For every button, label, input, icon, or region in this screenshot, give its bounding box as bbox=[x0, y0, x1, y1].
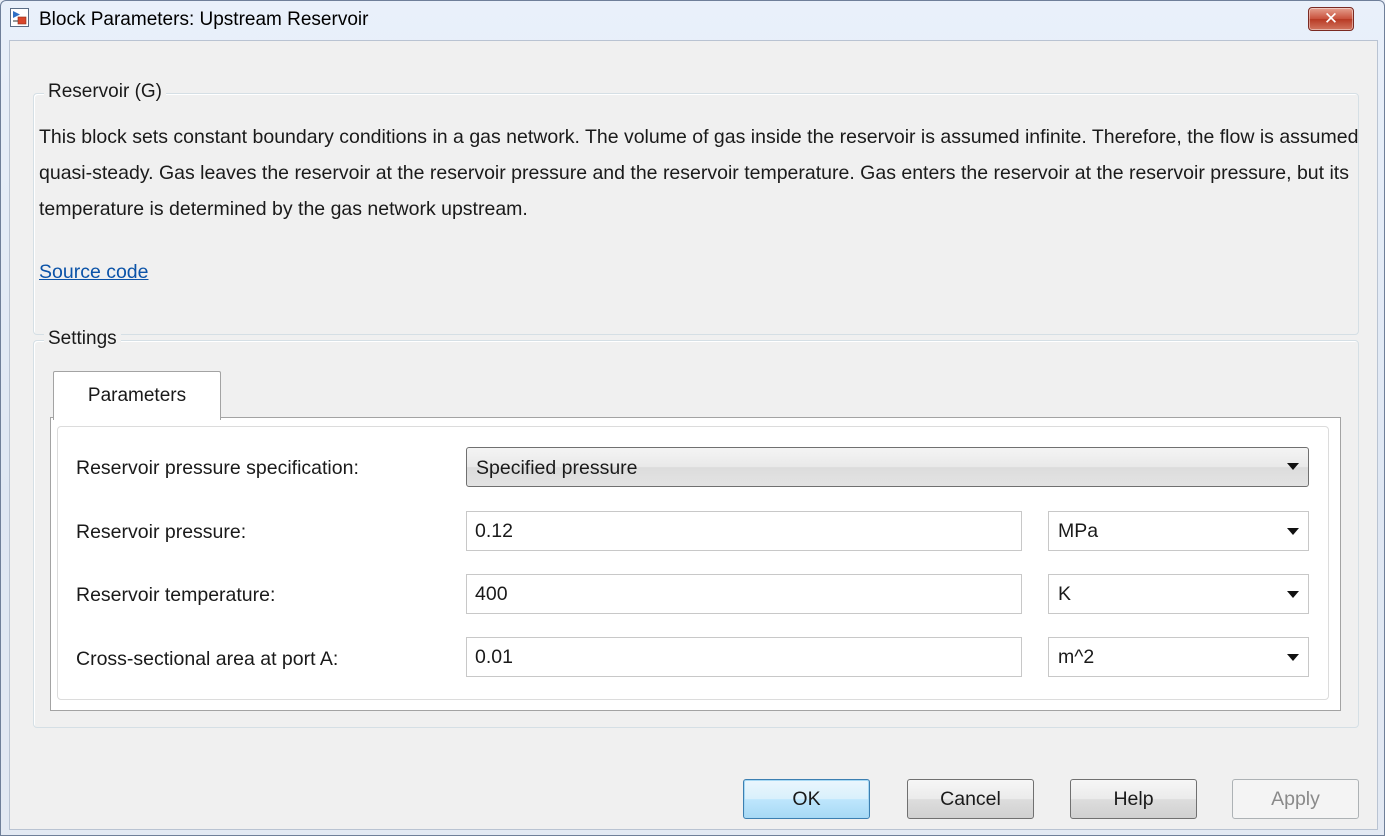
reservoir-pressure-input[interactable]: 0.12 bbox=[466, 511, 1022, 551]
reservoir-temperature-unit-dropdown[interactable]: K bbox=[1048, 574, 1309, 614]
cross-sectional-area-unit-dropdown[interactable]: m^2 bbox=[1048, 637, 1309, 677]
close-icon: ✕ bbox=[1323, 9, 1339, 28]
ok-button[interactable]: OK bbox=[743, 779, 870, 819]
tab-parameters[interactable]: Parameters bbox=[53, 371, 221, 420]
chevron-down-icon bbox=[1287, 528, 1299, 535]
reservoir-pressure-unit: MPa bbox=[1058, 519, 1099, 542]
cross-sectional-area-value: 0.01 bbox=[475, 645, 513, 668]
pressure-spec-value: Specified pressure bbox=[476, 457, 638, 479]
title-bar[interactable]: Block Parameters: Upstream Reservoir ✕ bbox=[1, 1, 1384, 35]
cross-sectional-area-input[interactable]: 0.01 bbox=[466, 637, 1022, 677]
reservoir-temperature-unit: K bbox=[1058, 582, 1072, 605]
apply-button-label: Apply bbox=[1271, 787, 1320, 810]
block-description: This block sets constant boundary condit… bbox=[39, 126, 1359, 220]
help-button[interactable]: Help bbox=[1070, 779, 1197, 819]
description-group-legend: Reservoir (G) bbox=[44, 81, 167, 103]
ok-button-label: OK bbox=[792, 787, 821, 810]
dialog-window: Block Parameters: Upstream Reservoir ✕ R… bbox=[0, 0, 1385, 836]
chevron-down-icon bbox=[1287, 591, 1299, 598]
apply-button[interactable]: Apply bbox=[1232, 779, 1359, 819]
cancel-button[interactable]: Cancel bbox=[907, 779, 1034, 819]
close-button[interactable]: ✕ bbox=[1308, 7, 1354, 31]
settings-group-legend: Settings bbox=[44, 328, 121, 350]
cross-sectional-area-unit: m^2 bbox=[1058, 645, 1095, 668]
reservoir-pressure-label: Reservoir pressure: bbox=[76, 521, 247, 543]
tab-parameters-label: Parameters bbox=[87, 385, 187, 406]
reservoir-temperature-label: Reservoir temperature: bbox=[76, 584, 276, 606]
reservoir-temperature-input[interactable]: 400 bbox=[466, 574, 1022, 614]
chevron-down-icon bbox=[1287, 463, 1299, 470]
pressure-spec-label: Reservoir pressure specification: bbox=[76, 457, 359, 479]
window-title: Block Parameters: Upstream Reservoir bbox=[39, 9, 369, 30]
help-button-label: Help bbox=[1113, 787, 1154, 810]
reservoir-temperature-value: 400 bbox=[475, 582, 508, 605]
chevron-down-icon bbox=[1287, 654, 1299, 661]
source-code-link[interactable]: Source code bbox=[39, 261, 149, 284]
cancel-button-label: Cancel bbox=[940, 787, 1001, 810]
reservoir-pressure-unit-dropdown[interactable]: MPa bbox=[1048, 511, 1309, 551]
simulink-block-icon bbox=[10, 8, 29, 27]
cross-sectional-area-label: Cross-sectional area at port A: bbox=[76, 648, 339, 670]
reservoir-pressure-value: 0.12 bbox=[475, 519, 513, 542]
pressure-spec-dropdown[interactable]: Specified pressure bbox=[466, 447, 1309, 487]
